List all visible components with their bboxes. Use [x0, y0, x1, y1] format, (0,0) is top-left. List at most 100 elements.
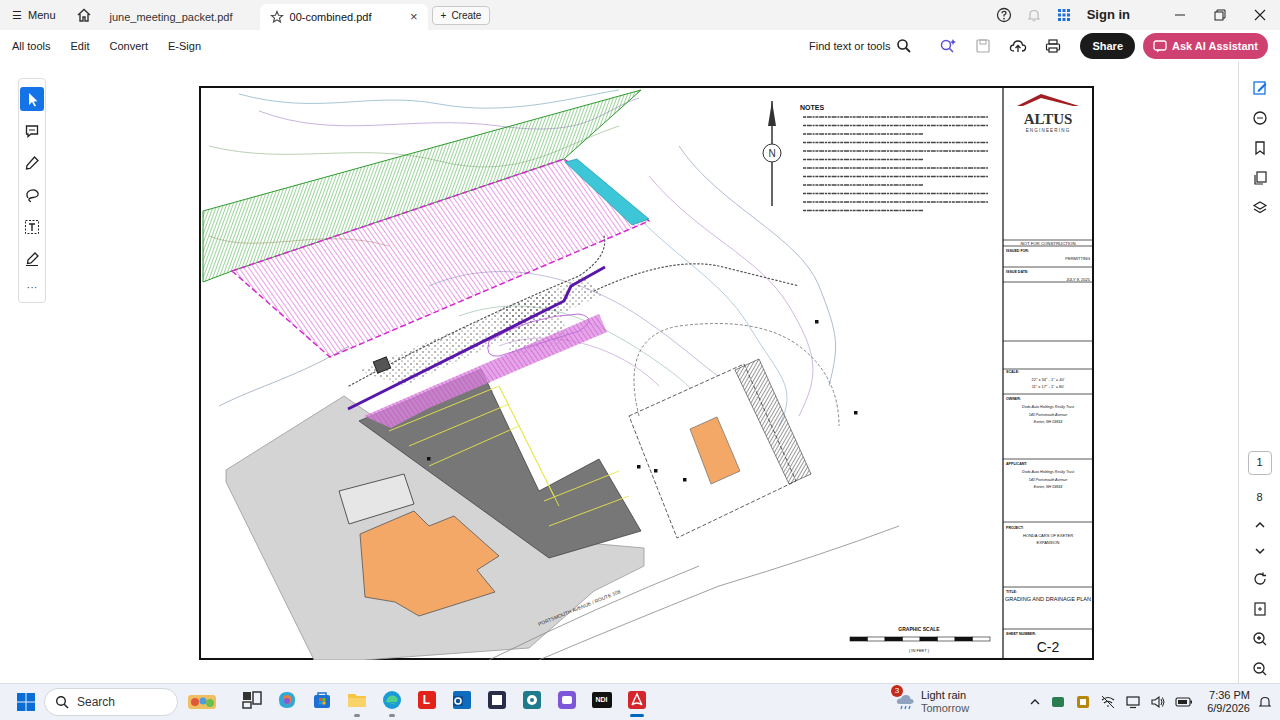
more-tools-button[interactable]: ··· — [27, 279, 38, 296]
left-tool-rail: ··· — [0, 62, 60, 683]
minimize-icon[interactable] — [1160, 9, 1200, 21]
close-icon-graphic — [1254, 9, 1266, 21]
toolbar-menu-item[interactable]: E-Sign — [168, 38, 201, 55]
network-icon[interactable] — [1125, 694, 1141, 710]
chevron-up-icon[interactable] — [1029, 696, 1041, 708]
taskbar-app[interactable] — [269, 688, 304, 717]
app-tray-icon[interactable] — [1050, 694, 1066, 710]
restore-icon[interactable] — [1200, 9, 1240, 21]
ai-assistant-button[interactable]: Ask AI Assistant — [1143, 33, 1268, 60]
document-tab[interactable]: 00-combined.pdf× — [260, 4, 428, 30]
search-placeholder: Search — [77, 693, 115, 711]
water-area — [565, 159, 649, 225]
find-label: Find text or tools — [809, 38, 890, 55]
tab-close-button[interactable]: × — [396, 7, 418, 27]
taskbar-app[interactable]: L — [409, 688, 444, 717]
toolbar-menu-item[interactable]: Convert — [110, 38, 149, 55]
tool-button[interactable] — [20, 87, 44, 111]
app-icon-holder: L — [415, 688, 439, 712]
taskbar-app[interactable] — [479, 688, 514, 717]
weather-widget[interactable]: 3Light rainTomorrow — [895, 689, 969, 714]
company-logo-subtitle: ENGINEERING — [1026, 128, 1071, 133]
help-icon[interactable] — [996, 7, 1012, 23]
chevron-up-icon[interactable] — [1253, 519, 1267, 531]
note-line — [803, 210, 923, 212]
tool-button[interactable] — [20, 215, 44, 239]
note-line — [803, 150, 988, 152]
notification-bell-icon[interactable] — [1026, 7, 1042, 23]
tool-button[interactable] — [20, 151, 44, 175]
taskbar-app[interactable] — [234, 688, 269, 717]
note-line — [803, 116, 988, 118]
contour-line — [239, 90, 619, 108]
title-block-label: OWNER: — [1006, 397, 1021, 401]
ai-chat-icon-graphic — [1153, 39, 1167, 53]
restore-icon-graphic — [1214, 9, 1226, 21]
windows-start-icon[interactable] — [16, 692, 36, 712]
tray-app-icon[interactable] — [1075, 694, 1091, 710]
tool-card: ··· — [18, 78, 46, 303]
print-icon[interactable] — [1045, 38, 1061, 54]
save-icon[interactable] — [975, 38, 991, 54]
title-block-label: APPLICANT: — [1006, 462, 1027, 466]
share-button[interactable]: Share — [1080, 33, 1135, 60]
no-network-icon[interactable] — [1100, 694, 1116, 710]
clock[interactable]: 7:36 PM6/9/2026 — [1207, 689, 1250, 715]
bookmark-icon[interactable] — [1252, 140, 1268, 156]
notification-bell-icon-graphic — [1026, 7, 1042, 23]
tool-button[interactable] — [20, 247, 44, 271]
app-glyph: L — [423, 691, 430, 709]
create-button[interactable]: +Create — [432, 6, 491, 25]
notifications-icon-graphic — [1258, 695, 1272, 709]
taskbar-app[interactable] — [549, 688, 584, 717]
notifications-icon[interactable] — [1258, 695, 1272, 709]
taskbar-app[interactable] — [304, 688, 339, 717]
star-icon[interactable] — [270, 10, 284, 24]
toolbar-menu-item[interactable]: Edit — [71, 38, 90, 55]
taskbar-app[interactable] — [619, 688, 654, 717]
search-highlight-icon[interactable] — [186, 691, 218, 713]
parking-stripe — [389, 386, 554, 496]
ai-search-icon[interactable] — [939, 38, 957, 54]
workspace: ··· PORTSMOUTH AVENUE / ROUTE 108NNOTESG… — [0, 62, 1280, 683]
current-page-field[interactable]: 1 — [1248, 451, 1272, 475]
document-tab[interactable]: june_meeting_packet.pdf — [100, 4, 260, 30]
volume-icon[interactable] — [1150, 694, 1166, 710]
taskbar-app[interactable] — [444, 688, 479, 717]
parking-stripe — [409, 404, 509, 446]
pages-icon[interactable] — [1252, 170, 1268, 186]
app-icon-holder — [275, 688, 299, 712]
home-icon[interactable] — [76, 7, 92, 23]
battery-icon[interactable] — [1175, 694, 1193, 710]
cloud-upload-icon[interactable] — [1009, 38, 1027, 54]
apps-grid-icon[interactable] — [1056, 7, 1072, 23]
zoom-out-icon[interactable] — [1252, 661, 1268, 677]
toolbar-menu-item[interactable]: All tools — [12, 38, 51, 55]
title-bar-actions: Sign in — [989, 5, 1280, 25]
taskbar-app[interactable] — [339, 688, 374, 717]
search-icon[interactable] — [896, 38, 912, 54]
drain-structure — [427, 457, 431, 461]
taskbar-app-icon-graphic — [625, 688, 649, 712]
refresh-icon[interactable] — [1252, 571, 1268, 587]
find-tools-field[interactable]: Find text or tools — [809, 38, 912, 55]
zoom-in-icon[interactable] — [1252, 631, 1268, 647]
weather-text: Light rainTomorrow — [921, 689, 969, 714]
layers-icon[interactable] — [1252, 200, 1268, 216]
comment-panel-icon[interactable] — [1252, 110, 1268, 126]
comment-icon-graphic — [24, 123, 40, 139]
tool-button[interactable] — [20, 119, 44, 143]
page-fit-icon[interactable] — [1252, 601, 1268, 617]
taskbar-app[interactable]: NDI — [584, 688, 619, 717]
taskbar-search[interactable]: Search — [44, 688, 178, 716]
chevron-down-icon[interactable] — [1253, 545, 1267, 557]
menu-button[interactable]: ☰Menu — [12, 7, 56, 24]
sign-in-button[interactable]: Sign in — [1087, 5, 1130, 25]
edit-pdf-icon[interactable] — [1252, 80, 1268, 96]
title-block-label: ISSUED FOR: — [1006, 249, 1029, 253]
taskbar-app[interactable] — [514, 688, 549, 717]
close-icon[interactable] — [1240, 9, 1280, 21]
tool-button[interactable] — [20, 183, 44, 207]
taskbar-app[interactable] — [374, 688, 409, 717]
graphic-scale: GRAPHIC SCALE( IN FEET ) — [850, 626, 990, 653]
